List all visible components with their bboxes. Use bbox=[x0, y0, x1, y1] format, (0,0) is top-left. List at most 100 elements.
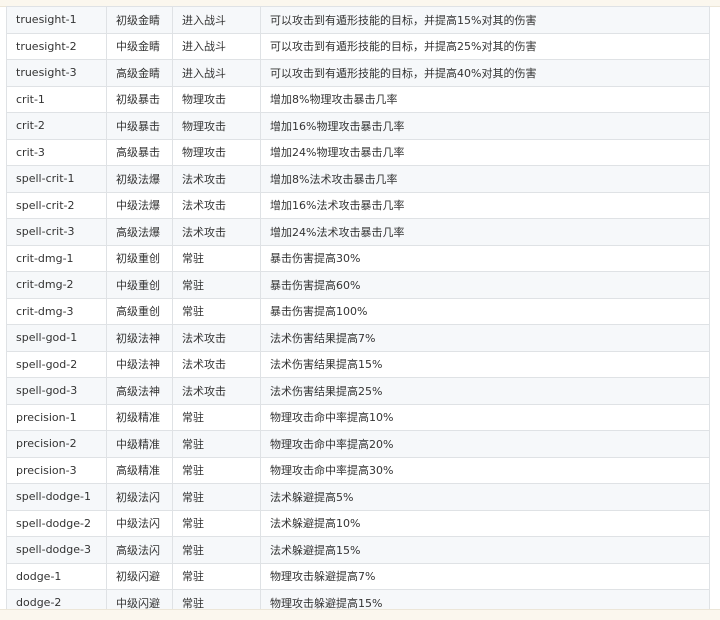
table-row: spell-crit-3 高级法爆 法术攻击 增加24%法术攻击暴击几率 bbox=[6, 218, 710, 246]
skill-id-cell: spell-crit-3 bbox=[6, 218, 107, 246]
trigger-cell: 常驻 bbox=[172, 483, 261, 511]
description-cell: 可以攻击到有遁形技能的目标，并提高15%对其的伤害 bbox=[260, 6, 710, 34]
trigger-cell: 物理攻击 bbox=[172, 85, 261, 113]
trigger-cell: 常驻 bbox=[172, 562, 261, 590]
skill-id-cell: crit-1 bbox=[6, 85, 107, 113]
skill-name-cell: 中级暴击 bbox=[106, 112, 173, 140]
description-cell: 增加16%法术攻击暴击几率 bbox=[260, 191, 710, 219]
table-row: spell-dodge-2 中级法闪 常驻 法术躲避提高10% bbox=[6, 509, 710, 537]
table-row: spell-crit-2 中级法爆 法术攻击 增加16%法术攻击暴击几率 bbox=[6, 191, 710, 219]
skill-name-cell: 中级法神 bbox=[106, 350, 173, 378]
description-cell: 法术躲避提高5% bbox=[260, 483, 710, 511]
skill-name-cell: 中级法爆 bbox=[106, 191, 173, 219]
table-row: crit-dmg-1 初级重创 常驻 暴击伤害提高30% bbox=[6, 244, 710, 272]
description-cell: 暴击伤害提高30% bbox=[260, 244, 710, 272]
skill-id-cell: spell-dodge-2 bbox=[6, 509, 107, 537]
table-row: precision-1 初级精准 常驻 物理攻击命中率提高10% bbox=[6, 403, 710, 431]
trigger-cell: 常驻 bbox=[172, 456, 261, 484]
skill-id-cell: precision-3 bbox=[6, 456, 107, 484]
table-row: spell-dodge-1 初级法闪 常驻 法术躲避提高5% bbox=[6, 483, 710, 511]
skill-id-cell: truesight-2 bbox=[6, 32, 107, 60]
skill-id-cell: spell-god-1 bbox=[6, 324, 107, 352]
skill-name-cell: 初级重创 bbox=[106, 244, 173, 272]
skills-table-container: truesight-1 初级金睛 进入战斗 可以攻击到有遁形技能的目标，并提高15%对… bbox=[6, 6, 710, 617]
skill-id-cell: crit-dmg-3 bbox=[6, 297, 107, 325]
skill-id-cell: spell-crit-1 bbox=[6, 165, 107, 193]
skill-id-cell: crit-dmg-2 bbox=[6, 271, 107, 299]
trigger-cell: 常驻 bbox=[172, 430, 261, 458]
trigger-cell: 法术攻击 bbox=[172, 191, 261, 219]
description-cell: 增加24%法术攻击暴击几率 bbox=[260, 218, 710, 246]
skill-name-cell: 初级闪避 bbox=[106, 562, 173, 590]
skill-name-cell: 初级法闪 bbox=[106, 483, 173, 511]
description-cell: 增加8%法术攻击暴击几率 bbox=[260, 165, 710, 193]
skill-name-cell: 初级金睛 bbox=[106, 6, 173, 34]
description-cell: 物理攻击命中率提高20% bbox=[260, 430, 710, 458]
description-cell: 法术伤害结果提高7% bbox=[260, 324, 710, 352]
skill-name-cell: 高级法神 bbox=[106, 377, 173, 405]
table-row: spell-god-2 中级法神 法术攻击 法术伤害结果提高15% bbox=[6, 350, 710, 378]
skill-id-cell: crit-dmg-1 bbox=[6, 244, 107, 272]
trigger-cell: 常驻 bbox=[172, 403, 261, 431]
trigger-cell: 物理攻击 bbox=[172, 112, 261, 140]
skill-name-cell: 初级法爆 bbox=[106, 165, 173, 193]
skill-id-cell: crit-3 bbox=[6, 138, 107, 166]
description-cell: 物理攻击命中率提高30% bbox=[260, 456, 710, 484]
trigger-cell: 法术攻击 bbox=[172, 218, 261, 246]
skills-table: truesight-1 初级金睛 进入战斗 可以攻击到有遁形技能的目标，并提高15%对… bbox=[6, 6, 710, 617]
skill-id-cell: spell-dodge-3 bbox=[6, 536, 107, 564]
trigger-cell: 常驻 bbox=[172, 536, 261, 564]
skill-id-cell: precision-1 bbox=[6, 403, 107, 431]
table-row: precision-2 中级精准 常驻 物理攻击命中率提高20% bbox=[6, 430, 710, 458]
table-row: spell-dodge-3 高级法闪 常驻 法术躲避提高15% bbox=[6, 536, 710, 564]
trigger-cell: 常驻 bbox=[172, 297, 261, 325]
table-row: crit-2 中级暴击 物理攻击 增加16%物理攻击暴击几率 bbox=[6, 112, 710, 140]
table-row: crit-dmg-2 中级重创 常驻 暴击伤害提高60% bbox=[6, 271, 710, 299]
skill-name-cell: 中级金睛 bbox=[106, 32, 173, 60]
skill-id-cell: crit-2 bbox=[6, 112, 107, 140]
skill-name-cell: 高级精准 bbox=[106, 456, 173, 484]
table-row: spell-god-3 高级法神 法术攻击 法术伤害结果提高25% bbox=[6, 377, 710, 405]
trigger-cell: 进入战斗 bbox=[172, 32, 261, 60]
skill-name-cell: 中级法闪 bbox=[106, 509, 173, 537]
description-cell: 增加16%物理攻击暴击几率 bbox=[260, 112, 710, 140]
trigger-cell: 法术攻击 bbox=[172, 377, 261, 405]
table-row: precision-3 高级精准 常驻 物理攻击命中率提高30% bbox=[6, 456, 710, 484]
skill-id-cell: spell-god-3 bbox=[6, 377, 107, 405]
trigger-cell: 常驻 bbox=[172, 271, 261, 299]
description-cell: 可以攻击到有遁形技能的目标，并提高25%对其的伤害 bbox=[260, 32, 710, 60]
trigger-cell: 进入战斗 bbox=[172, 6, 261, 34]
skill-id-cell: precision-2 bbox=[6, 430, 107, 458]
skill-name-cell: 高级重创 bbox=[106, 297, 173, 325]
skill-id-cell: truesight-1 bbox=[6, 6, 107, 34]
skill-name-cell: 高级金睛 bbox=[106, 59, 173, 87]
skill-name-cell: 高级法闪 bbox=[106, 536, 173, 564]
table-row: truesight-1 初级金睛 进入战斗 可以攻击到有遁形技能的目标，并提高15%对… bbox=[6, 6, 710, 34]
skill-id-cell: spell-crit-2 bbox=[6, 191, 107, 219]
table-row: crit-dmg-3 高级重创 常驻 暴击伤害提高100% bbox=[6, 297, 710, 325]
description-cell: 物理攻击命中率提高10% bbox=[260, 403, 710, 431]
skill-id-cell: truesight-3 bbox=[6, 59, 107, 87]
skill-id-cell: spell-god-2 bbox=[6, 350, 107, 378]
description-cell: 法术伤害结果提高25% bbox=[260, 377, 710, 405]
trigger-cell: 物理攻击 bbox=[172, 138, 261, 166]
table-row: truesight-2 中级金睛 进入战斗 可以攻击到有遁形技能的目标，并提高25%对… bbox=[6, 32, 710, 60]
skill-name-cell: 初级暴击 bbox=[106, 85, 173, 113]
description-cell: 暴击伤害提高60% bbox=[260, 271, 710, 299]
description-cell: 增加8%物理攻击暴击几率 bbox=[260, 85, 710, 113]
skill-name-cell: 高级暴击 bbox=[106, 138, 173, 166]
skill-name-cell: 中级精准 bbox=[106, 430, 173, 458]
trigger-cell: 常驻 bbox=[172, 509, 261, 537]
bottom-bar bbox=[0, 609, 720, 620]
trigger-cell: 常驻 bbox=[172, 244, 261, 272]
description-cell: 物理攻击躲避提高7% bbox=[260, 562, 710, 590]
description-cell: 增加24%物理攻击暴击几率 bbox=[260, 138, 710, 166]
table-row: spell-god-1 初级法神 法术攻击 法术伤害结果提高7% bbox=[6, 324, 710, 352]
trigger-cell: 法术攻击 bbox=[172, 165, 261, 193]
table-row: dodge-1 初级闪避 常驻 物理攻击躲避提高7% bbox=[6, 562, 710, 590]
skill-id-cell: dodge-1 bbox=[6, 562, 107, 590]
skill-name-cell: 中级重创 bbox=[106, 271, 173, 299]
description-cell: 法术伤害结果提高15% bbox=[260, 350, 710, 378]
table-row: crit-3 高级暴击 物理攻击 增加24%物理攻击暴击几率 bbox=[6, 138, 710, 166]
skill-name-cell: 初级法神 bbox=[106, 324, 173, 352]
